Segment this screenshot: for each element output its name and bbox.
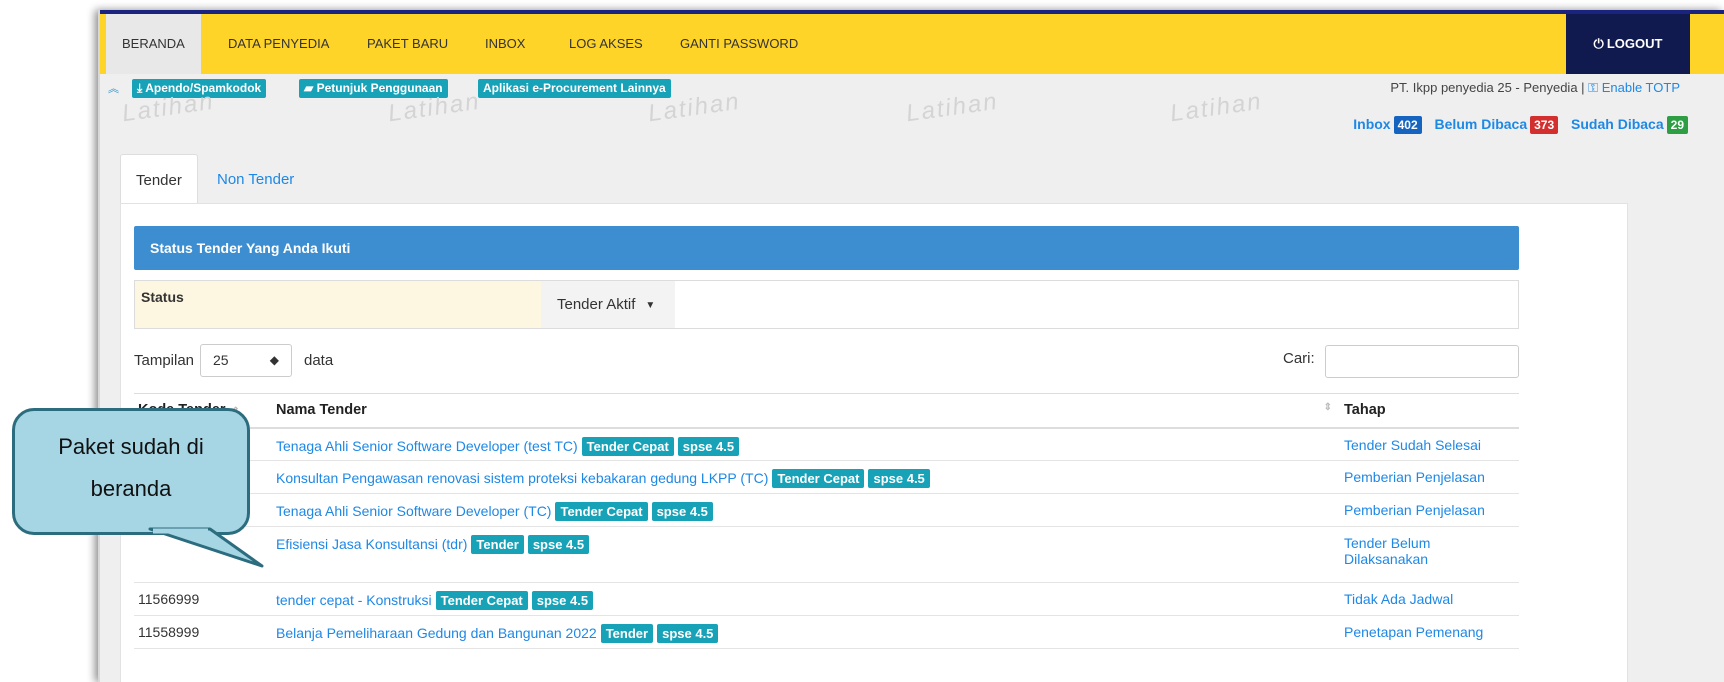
user-name: PT. Ikpp penyedia 25 - Penyedia |	[1390, 80, 1585, 95]
table-row: Efisiensi Jasa Konsultansi (tdr) Tender sp…	[134, 526, 1519, 583]
tender-tag-badge: Tender Cepat	[435, 591, 528, 610]
nav-inbox[interactable]: INBOX	[469, 14, 541, 74]
table-row: 11558999 Belanja Pemeliharaan Gedung dan …	[134, 615, 1519, 649]
nav-ganti-password[interactable]: GANTI PASSWORD	[664, 14, 814, 74]
tahap-link[interactable]: Tender Belum Dilaksanakan	[1344, 535, 1430, 567]
tahap-cell: Pemberian Penjelasan	[1340, 460, 1519, 494]
book-icon: ▰	[304, 81, 314, 95]
eproc-lainnya-button[interactable]: Aplikasi e-Procurement Lainnya	[478, 79, 671, 98]
table-row: Tenaga Ahli Senior Software Developer (T…	[134, 493, 1519, 527]
nama-tender-cell: Tenaga Ahli Senior Software Developer (T…	[272, 493, 1340, 527]
table-row: Tenaga Ahli Senior Software Developer (t…	[134, 427, 1519, 461]
status-selected-value: Tender Aktif	[557, 296, 636, 313]
callout-line-2: beranda	[90, 476, 172, 501]
tender-tag-badge: spse 4.5	[651, 502, 713, 521]
tender-name-link[interactable]: Tenaga Ahli Senior Software Developer (T…	[276, 503, 551, 519]
unread-count-badge: 373	[1530, 116, 1559, 134]
tender-tag-badge: spse 4.5	[868, 469, 930, 488]
unread-link[interactable]: Belum Dibaca	[1435, 116, 1528, 132]
sub-toolbar: ︽ ⤓ Apendo/Spamkodok ▰ Petunjuk Pengguna…	[100, 74, 1724, 100]
caret-down-icon: ▼	[645, 299, 656, 311]
search-input[interactable]	[1325, 345, 1519, 378]
panel-title: Status Tender Yang Anda Ikuti	[134, 226, 1519, 270]
tahap-link[interactable]: Pemberian Penjelasan	[1344, 469, 1485, 485]
callout-tail	[148, 527, 264, 568]
tahap-cell: Tender Belum Dilaksanakan	[1340, 526, 1519, 583]
logout-label: LOGOUT	[1606, 36, 1663, 51]
logout-button[interactable]: ⏻ LOGOUT	[1566, 14, 1690, 74]
tender-tag-badge: Tender	[471, 535, 524, 554]
status-dropdown[interactable]: Tender Aktif ▼	[541, 281, 675, 328]
tahap-link[interactable]: Penetapan Pemenang	[1344, 624, 1483, 640]
main-navbar: BERANDA DATA PENYEDIA PAKET BARU INBOX L…	[100, 14, 1724, 74]
tender-table: Kode Tender⇕ Nama Tender⇕ Tahap Tenaga A…	[134, 393, 1519, 649]
read-link[interactable]: Sudah Dibaca	[1571, 116, 1664, 132]
table-row: Konsultan Pengawasan renovasi sistem pro…	[134, 460, 1519, 494]
nama-tender-cell: tender cepat - Konstruksi Tender Cepat sps…	[272, 582, 1340, 616]
nama-tender-cell: Konsultan Pengawasan renovasi sistem pro…	[272, 460, 1340, 494]
tender-tag-badge: Tender Cepat	[555, 502, 648, 521]
inbox-summary: Inbox 402 Belum Dibaca 373 Sudah Dibaca 29	[1353, 116, 1688, 134]
tender-name-link[interactable]: Efisiensi Jasa Konsultansi (tdr)	[276, 536, 467, 552]
nav-paket-baru[interactable]: PAKET BARU	[351, 14, 464, 74]
tender-tag-badge: spse 4.5	[657, 624, 719, 643]
key-icon: ⚿	[1588, 80, 1599, 95]
read-count-badge: 29	[1666, 116, 1688, 134]
tender-panel: Status Tender Yang Anda Ikuti Status Ten…	[120, 203, 1628, 682]
tender-tag-badge: Tender Cepat	[581, 436, 674, 456]
col-tahap[interactable]: Tahap	[1340, 393, 1519, 429]
tahap-cell: Pemberian Penjelasan	[1340, 493, 1519, 527]
nama-tender-cell: Tenaga Ahli Senior Software Developer (t…	[272, 427, 1340, 461]
user-info: PT. Ikpp penyedia 25 - Penyedia | ⚿ Enab…	[1390, 80, 1680, 96]
tender-tag-badge: Tender Cepat	[772, 469, 865, 488]
tender-name-link[interactable]: Belanja Pemeliharaan Gedung dan Bangunan…	[276, 625, 597, 641]
tender-name-link[interactable]: Tenaga Ahli Senior Software Developer (t…	[276, 438, 578, 454]
tahap-cell: Tidak Ada Jadwal	[1340, 582, 1519, 616]
browser-page: BERANDA DATA PENYEDIA PAKET BARU INBOX L…	[98, 10, 1724, 682]
col-nama-tender[interactable]: Nama Tender ⇕	[272, 393, 1340, 429]
tahap-link[interactable]: Tender Sudah Selesai	[1344, 437, 1481, 453]
tender-name-link[interactable]: Konsultan Pengawasan renovasi sistem pro…	[276, 470, 768, 486]
tahap-link[interactable]: Pemberian Penjelasan	[1344, 502, 1485, 518]
kode-tender-cell: 11558999	[134, 615, 272, 649]
nama-tender-cell: Belanja Pemeliharaan Gedung dan Bangunan…	[272, 615, 1340, 649]
length-suffix: data	[304, 352, 334, 369]
tahap-link[interactable]: Tidak Ada Jadwal	[1344, 591, 1453, 607]
table-row: 11566999 tender cepat - Konstruksi Tender …	[134, 582, 1519, 616]
tender-tag-badge: spse 4.5	[527, 535, 590, 554]
inbox-link[interactable]: Inbox	[1353, 116, 1390, 132]
status-filter-row: Status Tender Aktif ▼	[134, 280, 1519, 329]
nama-tender-cell: Efisiensi Jasa Konsultansi (tdr) Tender sp…	[272, 526, 1340, 583]
tahap-cell: Penetapan Pemenang	[1340, 615, 1519, 649]
totp-link[interactable]: ⚿ Enable TOTP	[1588, 80, 1680, 95]
callout-line-1: Paket sudah di	[58, 434, 204, 459]
tahap-cell: Tender Sudah Selesai	[1340, 427, 1519, 461]
sort-icon: ⇕	[1323, 402, 1332, 414]
search-label: Cari:	[1283, 350, 1315, 367]
callout-text: Paket sudah di beranda	[12, 426, 250, 510]
nav-log-akses[interactable]: LOG AKSES	[553, 14, 659, 74]
tender-tag-badge: spse 4.5	[531, 591, 594, 610]
power-icon: ⏻	[1593, 36, 1604, 51]
tender-tag-badge: spse 4.5	[677, 436, 740, 456]
tender-tag-badge: Tender	[600, 624, 654, 643]
inbox-count-badge: 402	[1393, 116, 1422, 134]
